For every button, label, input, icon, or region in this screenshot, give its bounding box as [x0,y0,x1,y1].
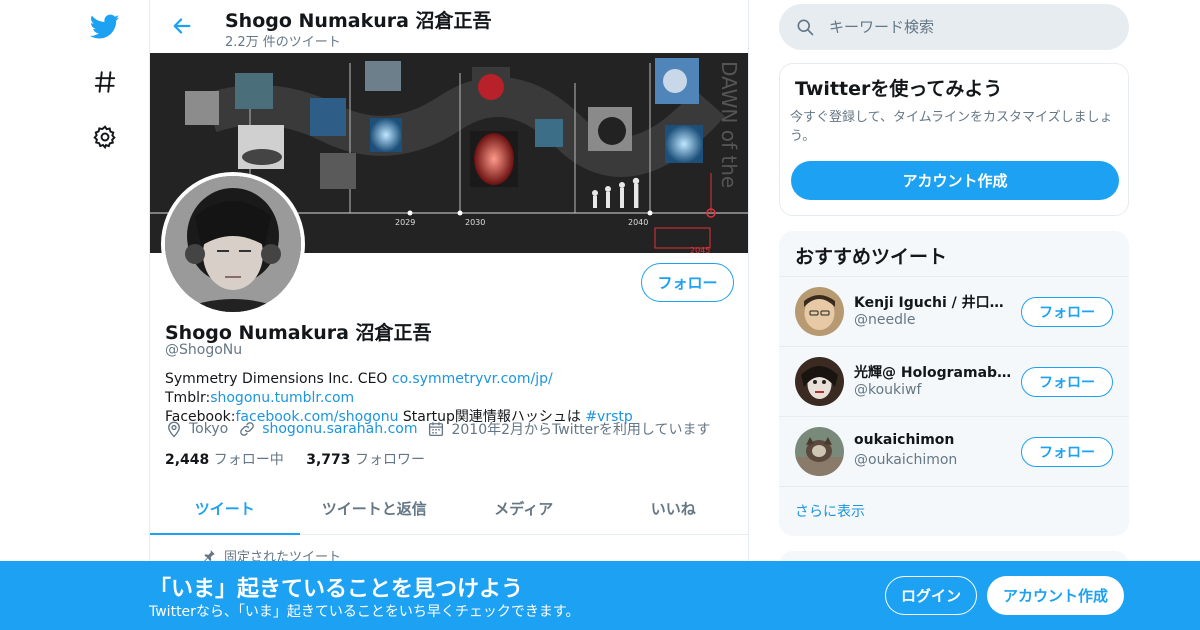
banner-side-text: DAWN of the [717,61,741,188]
avatar-image [165,176,301,312]
bio-link-tumblr[interactable]: shogonu.tumblr.com [210,390,354,406]
recommended-user[interactable]: 光輝@ Hologramable Vtuber @koukiwf フォロー [779,346,1129,416]
follow-button[interactable]: フォロー [1021,437,1113,467]
signup-card: Twitterを使ってみよう 今すぐ登録して、タイムラインをカスタマイズしましょ… [779,63,1129,216]
bio-link-symmetry[interactable]: co.symmetryvr.com/jp/ [392,371,553,387]
banner-year: 2030 [465,218,485,227]
following-stat[interactable]: 2,448 フォロー中 [165,452,284,468]
page: Shogo Numakura 沼倉正吾 2.2万 件のツイート 2029 203… [0,0,1200,630]
signup-banner-title: 「いま」起きていることを見つけよう [149,577,524,602]
user-handle: @needle [854,312,916,328]
join-date: 2010年2月からTwitterを利用しています [427,419,711,439]
recommended-card: おすすめツイート Kenji Iguchi / 井口健治 @needle フォロ… [779,231,1129,536]
recommended-user[interactable]: Kenji Iguchi / 井口健治 @needle フォロー [779,276,1129,346]
signup-card-desc: 今すぐ登録して、タイムラインをカスタマイズしましょう。 [790,110,1113,144]
signup-banner: 「いま」起きていることを見つけよう Twitterなら、「いま」起きていることを… [0,561,1200,630]
profile-handle[interactable]: @ShogoNu [165,342,242,358]
user-avatar[interactable] [795,427,844,476]
search-icon [797,19,814,36]
follow-button[interactable]: フォロー [641,263,734,302]
profile-tabs: ツイート ツイートと返信 メディア いいね [150,482,748,535]
location-text: Tokyo [189,421,229,437]
followers-stat[interactable]: 3,773 フォロワー [306,452,425,468]
profile-column: Shogo Numakura 沼倉正吾 2.2万 件のツイート 2029 203… [149,0,749,630]
recommended-user[interactable]: oukaichimon @oukaichimon フォロー [779,416,1129,486]
profile-meta: Tokyo shogonu.sarahah.com 2010年2月からTwitt… [165,418,721,440]
tab-media[interactable]: メディア [449,482,599,534]
website-link[interactable]: shogonu.sarahah.com [262,421,417,437]
profile-header: Shogo Numakura 沼倉正吾 2.2万 件のツイート [150,0,750,53]
follow-button[interactable]: フォロー [1021,367,1113,397]
follow-counts: 2,448 フォロー中 3,773 フォロワー [165,449,425,469]
tab-tweets[interactable]: ツイート [150,482,300,535]
calendar-icon [429,422,444,437]
tab-likes[interactable]: いいね [599,482,749,534]
following-label: フォロー中 [213,452,284,468]
banner-year: 2040 [628,218,648,227]
settings-gear-icon[interactable] [85,117,125,157]
recommended-title: おすすめツイート [795,246,948,268]
user-avatar[interactable] [795,357,844,406]
user-name: oukaichimon [854,432,955,448]
follow-button[interactable]: フォロー [1021,297,1113,327]
following-count: 2,448 [165,452,210,468]
website: shogonu.sarahah.com [238,420,417,438]
bio-text: Tmblr: [165,390,211,406]
twitter-logo-icon[interactable] [85,7,125,47]
divider [779,486,1129,487]
join-date-text: 2010年2月からTwitterを利用しています [451,422,711,438]
user-handle: @oukaichimon [854,452,958,468]
show-more-link[interactable]: さらに表示 [795,501,865,521]
banner-year: 2029 [395,218,415,227]
user-handle: @koukiwf [854,382,922,398]
profile-name: Shogo Numakura 沼倉正吾 [165,322,432,344]
back-arrow-icon[interactable] [168,12,196,40]
user-name: Kenji Iguchi / 井口健治 [854,295,1014,311]
tab-tweets-and-replies[interactable]: ツイートと返信 [300,482,450,534]
signup-banner-desc: Twitterなら、「いま」起きていることをいち早くチェックできます。 [149,604,580,620]
user-avatar[interactable] [795,287,844,336]
user-name: 光輝@ Hologramable Vtuber [854,365,1014,381]
create-account-button[interactable]: アカウント作成 [791,161,1119,200]
location: Tokyo [165,420,228,438]
location-pin-icon [168,421,180,438]
bio-text: Symmetry Dimensions Inc. CEO [165,371,392,387]
profile-avatar[interactable] [161,172,305,316]
signup-card-title: Twitterを使ってみよう [795,78,1003,100]
followers-count: 3,773 [306,452,351,468]
header-name: Shogo Numakura 沼倉正吾 [225,10,492,32]
link-icon [240,422,255,436]
search-input[interactable] [829,18,1109,36]
followers-label: フォロワー [354,452,425,468]
search-box[interactable] [779,4,1129,50]
signup-button[interactable]: アカウント作成 [987,576,1124,615]
banner-year: 2045 [690,246,710,253]
header-tweet-count: 2.2万 件のツイート [225,35,341,50]
login-button[interactable]: ログイン [885,576,977,615]
hashtag-icon[interactable] [85,62,125,102]
